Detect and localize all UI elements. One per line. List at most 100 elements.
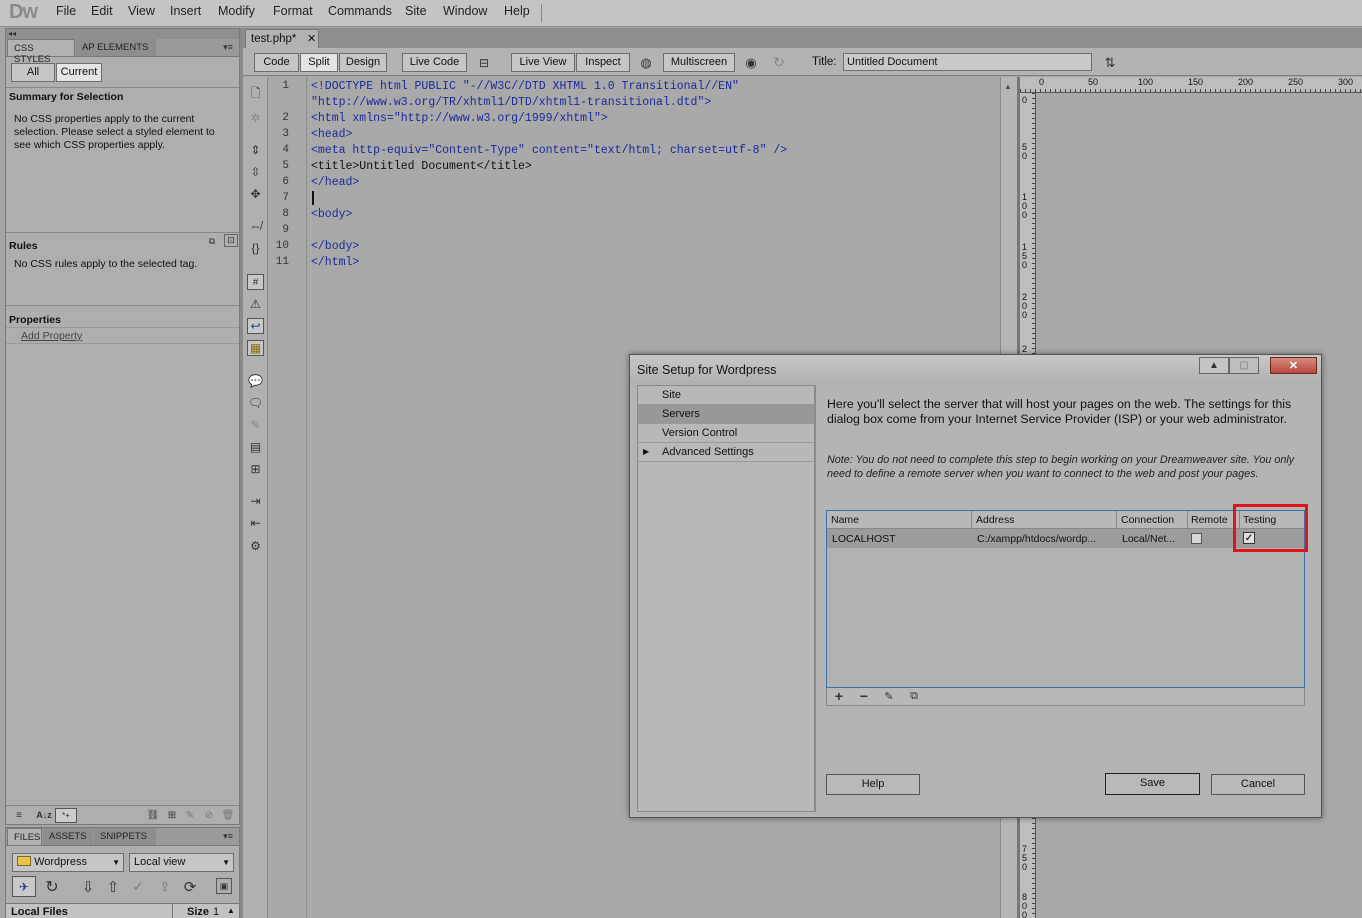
panel-menu-icon[interactable]: ▾≡ <box>220 41 236 54</box>
get-files-icon[interactable]: ⇩ <box>79 878 97 896</box>
menu-edit[interactable]: Edit <box>91 4 113 18</box>
dialog-titlebar[interactable]: Site Setup for Wordpress ▲ ▢ ✕ <box>630 355 1321 383</box>
connect-icon[interactable]: ✈ <box>12 876 36 897</box>
tab-assets[interactable]: ASSETS <box>43 828 93 845</box>
format-source-icon[interactable]: ⚙ <box>247 538 264 554</box>
menu-commands[interactable]: Commands <box>328 4 392 18</box>
panel-menu-icon[interactable]: ▾≡ <box>220 830 236 843</box>
expand-all-icon[interactable]: ✥ <box>247 186 264 202</box>
cancel-button[interactable]: Cancel <box>1211 774 1305 795</box>
trash-icon[interactable]: 🗑 <box>221 809 235 822</box>
all-button[interactable]: All <box>11 63 55 82</box>
synchronize-icon[interactable]: ⟳ <box>181 878 199 896</box>
split-view-button[interactable]: Split <box>300 53 338 72</box>
globe-icon[interactable]: ◍ <box>635 53 657 72</box>
live-view-button[interactable]: Live View <box>511 53 575 72</box>
tab-css-styles[interactable]: CSS STYLES <box>7 39 75 65</box>
dialog-close-icon[interactable]: ✕ <box>1270 357 1317 374</box>
site-select[interactable]: Wordpress ▼ <box>12 853 124 872</box>
file-management-icon[interactable]: ⇅ <box>1099 53 1121 72</box>
refresh-icon[interactable]: ↻ <box>770 53 788 72</box>
open-documents-icon[interactable]: 🗋 <box>247 86 264 102</box>
menu-help[interactable]: Help <box>504 4 530 18</box>
menu-format[interactable]: Format <box>273 4 313 18</box>
show-cascade-icon[interactable]: ⧉ <box>206 235 218 247</box>
title-input[interactable]: Untitled Document <box>843 53 1092 71</box>
nav-advanced-settings[interactable]: Advanced Settings <box>638 443 814 462</box>
new-rule-icon[interactable]: ⊞ <box>165 809 179 822</box>
nav-version-control[interactable]: Version Control <box>638 424 814 443</box>
menu-site[interactable]: Site <box>405 4 427 18</box>
code-view-button[interactable]: Code <box>254 53 299 72</box>
menu-view[interactable]: View <box>128 4 155 18</box>
check-in-icon[interactable]: ⇪ <box>156 878 174 896</box>
expand-arrow-icon[interactable]: ▶ <box>643 447 649 456</box>
disable-icon[interactable]: ⊘ <box>202 809 216 822</box>
add-property-link[interactable]: Add Property <box>21 330 82 342</box>
menu-modify[interactable]: Modify <box>218 4 255 18</box>
nav-servers[interactable]: Servers <box>638 405 814 424</box>
about-icon[interactable]: ⊡ <box>224 234 238 247</box>
tab-ap-elements[interactable]: AP ELEMENTS <box>76 39 156 56</box>
refresh-icon[interactable]: ↻ <box>43 878 61 896</box>
inspect-button[interactable]: Inspect <box>576 53 630 72</box>
minimize-icon[interactable]: ▲ <box>1199 357 1229 374</box>
remove-comment-icon[interactable]: 🗨 <box>247 395 264 411</box>
col-address[interactable]: Address <box>976 514 1015 526</box>
menu-file[interactable]: File <box>56 4 76 18</box>
preview-icon[interactable]: ◉ <box>740 53 762 72</box>
outdent-code-icon[interactable]: ⇤ <box>247 515 264 531</box>
wrap-tag-icon[interactable]: ✎ <box>247 417 264 433</box>
check-out-icon[interactable]: ✓ <box>129 878 147 896</box>
attach-stylesheet-icon[interactable]: ⛓ <box>146 809 160 822</box>
collapse-tag-icon[interactable]: ⇕ <box>247 142 264 158</box>
show-code-navigator-icon[interactable]: ✲ <box>247 110 264 126</box>
duplicate-server-icon[interactable]: ⧉ <box>907 689 921 703</box>
remote-checkbox[interactable] <box>1191 533 1202 544</box>
splitter[interactable] <box>6 232 239 233</box>
col-name[interactable]: Name <box>831 514 859 526</box>
view-select[interactable]: Local view ▼ <box>129 853 234 872</box>
help-button[interactable]: Help <box>826 774 920 795</box>
add-server-icon[interactable]: + <box>832 688 846 704</box>
put-files-icon[interactable]: ⇧ <box>104 878 122 896</box>
move-css-icon[interactable]: ⊞ <box>247 461 264 477</box>
edit-rule-icon[interactable]: ✎ <box>183 809 197 822</box>
indent-code-icon[interactable]: ⇥ <box>247 493 264 509</box>
save-button[interactable]: Save <box>1105 773 1200 795</box>
close-icon[interactable]: ✕ <box>307 32 316 45</box>
maximize-icon[interactable]: ▢ <box>1229 357 1259 374</box>
word-wrap-icon[interactable]: ↩ <box>247 318 264 334</box>
edit-server-icon[interactable]: ✎ <box>882 689 896 703</box>
category-view-icon[interactable]: ≡ <box>12 809 26 822</box>
current-button[interactable]: Current <box>56 63 102 82</box>
panel-collapse-bar[interactable]: ◂◂ <box>6 29 239 39</box>
line-numbers-icon[interactable]: # <box>247 274 264 290</box>
size-header[interactable]: Size <box>187 906 209 918</box>
inspect-errors-icon[interactable]: ⊟ <box>472 53 496 72</box>
scroll-up-icon[interactable]: ▲ <box>1004 82 1012 91</box>
col-remote[interactable]: Remote <box>1191 514 1228 526</box>
document-tab[interactable]: test.php* ✕ <box>245 29 319 48</box>
alpha-view-icon[interactable]: A↓z <box>33 808 55 822</box>
scroll-up-icon[interactable]: ▲ <box>227 906 235 915</box>
tab-files[interactable]: FILES <box>7 828 42 845</box>
tab-snippets[interactable]: SNIPPETS <box>94 828 156 845</box>
extra-header[interactable]: 1 <box>213 906 219 918</box>
menu-insert[interactable]: Insert <box>170 4 201 18</box>
recent-snippets-icon[interactable]: ▤ <box>247 439 264 455</box>
col-connection[interactable]: Connection <box>1121 514 1174 526</box>
expand-icon[interactable]: ▣ <box>216 878 232 894</box>
highlight-invalid-code-icon[interactable]: ⚠ <box>247 296 264 312</box>
syntax-coloring-icon[interactable]: ▦ <box>247 340 264 356</box>
local-files-header[interactable]: Local Files <box>11 906 68 918</box>
balance-braces-icon[interactable]: {} <box>247 240 264 256</box>
nav-site[interactable]: Site <box>638 386 814 405</box>
select-parent-tag-icon[interactable]: ⇎ <box>247 218 264 234</box>
multiscreen-button[interactable]: Multiscreen <box>663 53 735 72</box>
apply-comment-icon[interactable]: 💬 <box>247 373 264 389</box>
set-properties-icon[interactable]: *+ <box>55 808 77 823</box>
collapse-selection-icon[interactable]: ⇳ <box>247 164 264 180</box>
splitter[interactable] <box>6 305 239 306</box>
design-view-button[interactable]: Design <box>339 53 387 72</box>
